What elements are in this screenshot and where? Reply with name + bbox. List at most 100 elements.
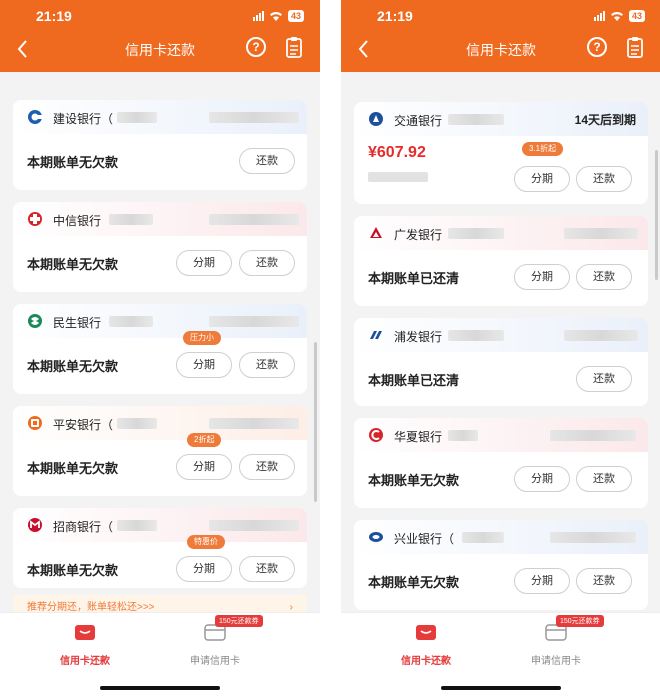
- signal-icon: [593, 11, 605, 21]
- cmb-logo-icon: [28, 518, 42, 532]
- repay-button[interactable]: 还款: [576, 466, 632, 492]
- status-time: 21:19: [36, 8, 72, 24]
- masked-number: [109, 316, 153, 327]
- tab-repay[interactable]: 信用卡还款: [35, 623, 135, 667]
- header: 21:19 43 信用卡还款 ?: [341, 0, 660, 72]
- tab-label: 信用卡还款: [401, 656, 451, 667]
- cgb-logo-icon: [370, 227, 382, 238]
- repay-button[interactable]: 还款: [239, 250, 295, 276]
- coupon-badge: 150元还款券: [556, 615, 604, 627]
- promo-tag: 2折起: [187, 433, 222, 447]
- promo-tag: 3.1折起: [522, 142, 564, 156]
- help-icon[interactable]: ?: [587, 37, 607, 57]
- masked-number: [448, 430, 478, 441]
- home-indicator[interactable]: [441, 686, 561, 690]
- battery-icon: 43: [287, 10, 304, 22]
- tab-apply[interactable]: 150元还款券 申请信用卡: [506, 615, 606, 667]
- masked-number: [448, 228, 504, 239]
- installment-button[interactable]: 分期: [176, 556, 232, 582]
- help-icon[interactable]: ?: [246, 37, 266, 57]
- clipboard-icon[interactable]: [627, 36, 643, 58]
- coupon-badge: 150元还款券: [215, 615, 263, 627]
- masked-info: [209, 316, 299, 327]
- bank-name: 建设银行（: [53, 112, 114, 126]
- card-header: 建设银行（: [13, 100, 307, 134]
- tab-apply[interactable]: 150元还款券 申请信用卡: [165, 615, 265, 667]
- tab-bar: 信用卡还款 150元还款券 申请信用卡: [341, 612, 660, 700]
- repay-button[interactable]: 还款: [239, 454, 295, 480]
- card-header: 交通银行 14天后到期: [354, 102, 648, 136]
- card-bocom: 交通银行 14天后到期 ¥607.92 3.1折起 分期 还款: [354, 102, 648, 204]
- card-cmb: 招商银行（ 特惠价 本期账单无欠款 分期 还款: [13, 508, 307, 588]
- cib-logo-icon: [369, 532, 383, 542]
- tab-label: 申请信用卡: [190, 656, 240, 667]
- scrollbar[interactable]: [655, 150, 658, 280]
- bill-status: 本期账单无欠款: [27, 461, 119, 476]
- repay-button[interactable]: 还款: [239, 352, 295, 378]
- cmbc-logo-icon: [28, 314, 42, 328]
- repay-button[interactable]: 还款: [239, 148, 295, 174]
- nav-bar: 信用卡还款 ?: [341, 32, 660, 68]
- installment-button[interactable]: 分期: [514, 466, 570, 492]
- bill-status: 本期账单无欠款: [368, 473, 460, 488]
- home-indicator[interactable]: [100, 686, 220, 690]
- phone-screen-left: 21:19 43 信用卡还款 ? 建设银行（ 本期账单无欠款 还款 中信银行 本…: [0, 0, 320, 700]
- bank-name: 中信银行: [53, 214, 102, 228]
- tab-repay[interactable]: 信用卡还款: [376, 623, 476, 667]
- wifi-icon: [610, 12, 623, 21]
- status-icons: 43: [593, 10, 645, 22]
- masked-number: [448, 330, 504, 341]
- tab-bar: 信用卡还款 150元还款券 申请信用卡: [0, 612, 320, 700]
- installment-button[interactable]: 分期: [176, 352, 232, 378]
- bank-name: 浦发银行: [394, 330, 443, 344]
- header: 21:19 43 信用卡还款 ?: [0, 0, 320, 72]
- card-header: 平安银行（: [13, 406, 307, 440]
- repay-button[interactable]: 还款: [576, 568, 632, 594]
- masked-info: [550, 532, 636, 543]
- masked-number: [117, 112, 157, 123]
- promo-tag: 压力小: [183, 331, 221, 345]
- bill-status: 本期账单已还清: [368, 271, 460, 286]
- masked-info: [550, 430, 636, 441]
- repay-button[interactable]: 还款: [239, 556, 295, 582]
- promo-banner[interactable]: 推荐分期还，账单轻松还>>> ›: [13, 595, 307, 612]
- bank-name: 民生银行: [53, 316, 102, 330]
- wallet-icon: [416, 625, 436, 640]
- installment-button[interactable]: 分期: [514, 568, 570, 594]
- repay-button[interactable]: 还款: [576, 366, 632, 392]
- masked-info: [209, 418, 299, 429]
- bill-status: 本期账单无欠款: [27, 563, 119, 578]
- bank-name: 交通银行: [394, 114, 443, 128]
- card-ccb: 建设银行（ 本期账单无欠款 还款: [13, 100, 307, 190]
- chevron-right-icon: ›: [289, 602, 293, 612]
- repay-button[interactable]: 还款: [576, 166, 632, 192]
- installment-button[interactable]: 分期: [176, 250, 232, 276]
- promo-text: 推荐分期还，账单轻松还>>>: [27, 602, 155, 612]
- masked-number: [117, 418, 157, 429]
- scrollbar[interactable]: [314, 342, 317, 502]
- bill-status: 本期账单已还清: [368, 373, 460, 388]
- card-list[interactable]: 交通银行 14天后到期 ¥607.92 3.1折起 分期 还款 广发银行 本期账…: [341, 72, 660, 612]
- installment-button[interactable]: 分期: [514, 264, 570, 290]
- bank-name: 华夏银行: [394, 430, 443, 444]
- citic-logo-icon: [28, 212, 42, 226]
- card-cmbc: 民生银行 压力小 本期账单无欠款 分期 还款: [13, 304, 307, 394]
- masked-number: [462, 532, 504, 543]
- hxb-logo-icon: [369, 428, 383, 442]
- battery-icon: 43: [628, 10, 645, 22]
- card-spdb: 浦发银行 本期账单已还清 还款: [354, 318, 648, 406]
- repay-button[interactable]: 还款: [576, 264, 632, 290]
- clipboard-icon[interactable]: [286, 36, 302, 58]
- installment-button[interactable]: 分期: [514, 166, 570, 192]
- card-list[interactable]: 建设银行（ 本期账单无欠款 还款 中信银行 本期账单无欠款 分期 还款 民生银行: [0, 72, 320, 612]
- card-header: 民生银行: [13, 304, 307, 338]
- bill-status: 本期账单无欠款: [368, 575, 460, 590]
- masked-info: [209, 520, 299, 531]
- card-cgb: 广发银行 本期账单已还清 分期 还款: [354, 216, 648, 306]
- status-icons: 43: [252, 10, 304, 22]
- wifi-icon: [269, 12, 282, 21]
- masked-info: [368, 172, 428, 182]
- masked-number: [117, 520, 157, 531]
- installment-button[interactable]: 分期: [176, 454, 232, 480]
- bill-status: 本期账单无欠款: [27, 257, 119, 272]
